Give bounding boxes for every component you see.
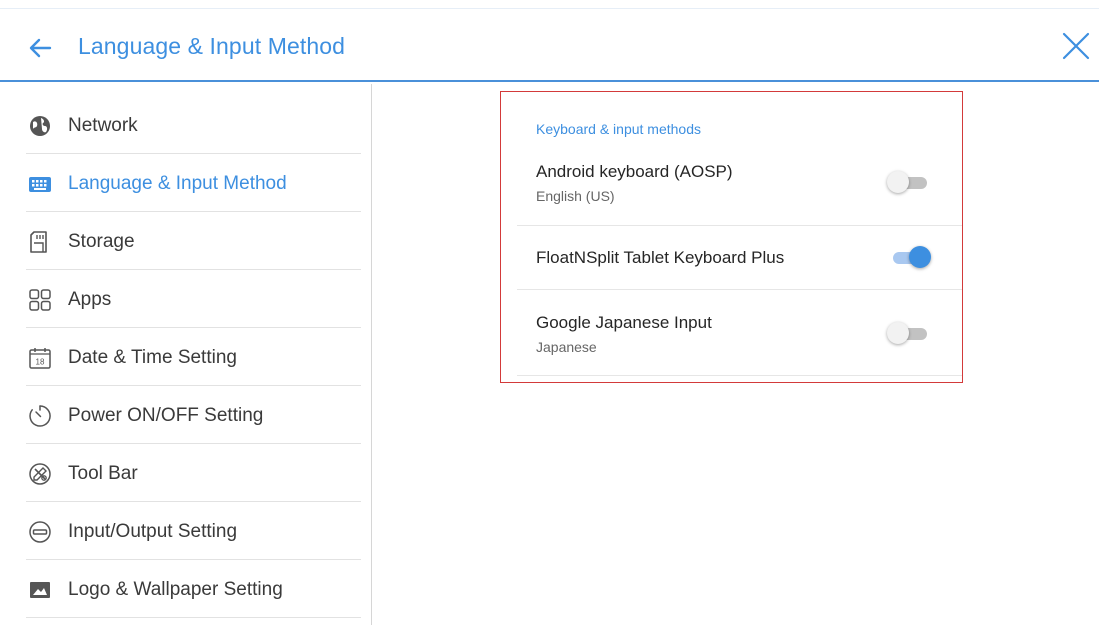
sidebar-item-input-output[interactable]: Input/Output Setting — [26, 502, 361, 560]
close-icon[interactable] — [1060, 30, 1092, 62]
calendar-icon-text: 18 — [36, 358, 45, 367]
toggle-thumb — [887, 322, 909, 344]
image-icon — [28, 578, 52, 602]
calendar-icon: 18 — [28, 346, 52, 370]
list-item-floatnsplit[interactable]: FloatNSplit Tablet Keyboard Plus — [517, 226, 962, 290]
sidebar-item-label: Logo & Wallpaper Setting — [68, 579, 283, 600]
list-item-android-keyboard[interactable]: Android keyboard (AOSP) English (US) — [517, 146, 962, 226]
keyboard-language: English (US) — [536, 188, 615, 204]
page-title: Language & Input Method — [78, 33, 346, 59]
toolbar-icon — [28, 462, 52, 486]
apps-grid-icon — [28, 288, 52, 312]
sidebar-item-language-input[interactable]: Language & Input Method — [26, 154, 361, 212]
section-heading: Keyboard & input methods — [536, 121, 701, 137]
keyboard-settings-panel: Keyboard & input methods Android keyboar… — [500, 91, 963, 383]
sidebar-item-storage[interactable]: Storage — [26, 212, 361, 270]
keyboard-language: Japanese — [536, 339, 597, 355]
keyboard-name: Android keyboard (AOSP) — [536, 162, 733, 181]
sidebar-item-apps[interactable]: Apps — [26, 270, 361, 328]
sidebar-item-label: Power ON/OFF Setting — [68, 405, 264, 426]
sidebar-item-label: Language & Input Method — [68, 173, 287, 194]
timer-icon — [28, 404, 52, 428]
settings-sidebar: Network Language & Input Method Storage — [0, 84, 372, 625]
back-arrow-icon[interactable] — [26, 34, 54, 62]
toggle-floatnsplit[interactable] — [887, 243, 933, 271]
sidebar-item-toolbar[interactable]: Tool Bar — [26, 444, 361, 502]
input-output-icon — [28, 520, 52, 544]
toggle-google-japanese[interactable] — [887, 319, 933, 347]
sidebar-item-network[interactable]: Network — [26, 96, 361, 154]
sd-card-icon — [28, 230, 52, 254]
sidebar-item-label: Storage — [68, 231, 135, 252]
header-bar: Language & Input Method — [0, 0, 1099, 82]
toggle-android-keyboard[interactable] — [887, 168, 933, 196]
toggle-thumb — [887, 171, 909, 193]
sidebar-item-label: Input/Output Setting — [68, 521, 238, 542]
sidebar-item-label: Date & Time Setting — [68, 347, 237, 368]
sidebar-item-label: Apps — [68, 289, 112, 310]
keyboard-name: FloatNSplit Tablet Keyboard Plus — [536, 248, 785, 267]
keyboard-icon — [28, 172, 52, 196]
keyboard-name: Google Japanese Input — [536, 313, 712, 332]
toggle-thumb — [909, 246, 931, 268]
globe-icon — [28, 114, 52, 138]
sidebar-item-power[interactable]: Power ON/OFF Setting — [26, 386, 361, 444]
sidebar-item-logo-wallpaper[interactable]: Logo & Wallpaper Setting — [26, 560, 361, 618]
top-divider — [0, 8, 1099, 9]
sidebar-item-label: Tool Bar — [68, 463, 138, 484]
list-item-google-japanese[interactable]: Google Japanese Input Japanese — [517, 290, 962, 376]
sidebar-item-label: Network — [68, 115, 138, 136]
sidebar-item-date-time[interactable]: 18 Date & Time Setting — [26, 328, 361, 386]
